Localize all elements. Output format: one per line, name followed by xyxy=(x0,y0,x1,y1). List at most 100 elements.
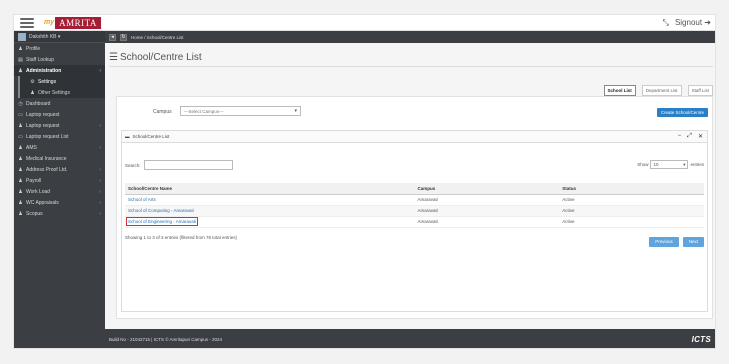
signout-button[interactable]: Signout ➜ xyxy=(675,18,711,27)
user-icon: ♟ xyxy=(18,155,23,162)
sidebar-item-label: Medical Insurance xyxy=(26,155,67,162)
sidebar-item-work-load[interactable]: ♟ Work Load ‹ xyxy=(14,186,105,197)
status-cell: Active xyxy=(559,216,704,228)
back-icon[interactable]: ◂ xyxy=(109,33,116,41)
sidebar-item-other-settings[interactable]: ♟ Other Settings xyxy=(20,87,105,98)
campus-select[interactable]: ---Select Campus--- ▾ xyxy=(180,106,301,116)
chevron-icon: ‹ xyxy=(99,188,101,195)
fullscreen-icon[interactable]: ⤡ xyxy=(663,18,669,28)
chevron-icon: ‹ xyxy=(99,177,101,184)
user-icon: ♟ xyxy=(18,166,23,173)
panel-title: School/Centre List xyxy=(132,134,170,139)
school-name-link[interactable]: School of Computing - Amaravati xyxy=(125,205,415,217)
sidebar-item-label: WC Appraisals xyxy=(26,199,59,206)
amrita-logo[interactable]: my AMRITA xyxy=(44,16,101,29)
sidebar-item-laptop-request[interactable]: ▭ Laptop request xyxy=(14,109,105,120)
tab-school-list[interactable]: School List xyxy=(603,85,636,96)
column-header-name[interactable]: School/Centre Name xyxy=(125,183,415,195)
column-header-campus[interactable]: Campus xyxy=(414,183,560,195)
page-title: ☰ School/Centre List xyxy=(109,52,202,63)
sidebar-item-scopus[interactable]: ♟ Scopus ‹ xyxy=(14,208,105,219)
logo-prefix: my xyxy=(44,19,55,26)
app-window: my AMRITA ⤡ Signout ➜ Dakshith KB ▾ ♟ Pro… xyxy=(13,14,716,349)
sidebar-item-administration[interactable]: ♟ Administration ‹ xyxy=(14,65,105,76)
tab-staff-list[interactable]: Staff List xyxy=(687,85,713,96)
school-name-cell[interactable]: School of Engineering - Amaravati xyxy=(125,216,415,228)
chevron-icon: ‹ xyxy=(99,67,101,74)
user-icon: ♟ xyxy=(18,210,23,217)
sidebar-item-staff-lookup[interactable]: ▤ Staff Lookup xyxy=(14,54,105,65)
sidebar-item-wc-appraisals[interactable]: ♟ WC Appraisals ‹ xyxy=(14,197,105,208)
sidebar-item-label: Dashboard xyxy=(26,100,51,107)
sidebar-item-label: Laptop request List xyxy=(26,133,69,140)
laptop-icon: ▭ xyxy=(18,111,23,118)
campus-cell: Amaravati xyxy=(414,205,560,217)
refresh-icon[interactable]: ↻ xyxy=(120,33,127,41)
breadcrumb: ◂ ↻ Home / School/Centre List xyxy=(105,31,715,43)
top-header: my AMRITA ⤡ Signout ➜ xyxy=(14,15,715,31)
hamburger-menu-icon[interactable] xyxy=(20,17,34,28)
chevron-down-icon: ▾ xyxy=(683,161,686,167)
search-input[interactable] xyxy=(143,160,233,170)
sidebar-item-label: Address Proof Ltd. xyxy=(26,166,68,173)
panel-header: ▬ School/Centre List − ⤢ ✕ xyxy=(122,131,707,143)
sidebar-item-label: Staff Lookup xyxy=(26,56,54,63)
user-icon: ♟ xyxy=(18,45,23,52)
previous-button[interactable]: Previous xyxy=(649,237,679,247)
content-card: Campus ---Select Campus--- ▾ Create Scho… xyxy=(116,96,713,319)
sidebar: Dakshith KB ▾ ♟ Profile ▤ Staff Lookup ♟ Ad… xyxy=(14,31,105,348)
close-icon[interactable]: ✕ xyxy=(698,133,703,140)
chevron-icon: ‹ xyxy=(99,122,101,129)
sidebar-item-dashboard[interactable]: ◷ Dashboard xyxy=(14,98,105,109)
table-controls: Search: Show 10 ▾ entries xyxy=(125,160,704,170)
laptop-icon: ▭ xyxy=(18,133,23,140)
chevron-icon: ‹ xyxy=(99,210,101,217)
table-row: School of Computing - Amaravati Amaravat… xyxy=(125,205,704,217)
campus-filter-row: Campus ---Select Campus--- ▾ Create Scho… xyxy=(117,106,712,118)
sidebar-item-payroll[interactable]: ♟ Payroll ‹ xyxy=(14,175,105,186)
sidebar-item-address-proof[interactable]: ♟ Address Proof Ltd. ‹ xyxy=(14,164,105,175)
collapse-icon[interactable]: − xyxy=(678,133,682,140)
table-icon: ▤ xyxy=(18,56,23,63)
status-cell: Active xyxy=(559,205,704,217)
tab-department-list[interactable]: Department List xyxy=(641,85,682,96)
column-header-status[interactable]: Status xyxy=(559,183,704,195)
show-label: Show xyxy=(637,162,649,167)
administration-submenu: ⚙ Settings ♟ Other Settings xyxy=(18,76,105,98)
sidebar-item-medical-insurance[interactable]: ♟ Medical Insurance xyxy=(14,153,105,164)
school-name-link[interactable]: School of Engineering - Amaravati xyxy=(125,217,199,226)
sidebar-item-label: Other Settings xyxy=(38,89,70,96)
create-school-centre-button[interactable]: Create School/Centre xyxy=(656,108,708,117)
sidebar-item-laptop-request-list[interactable]: ▭ Laptop request List xyxy=(14,131,105,142)
sidebar-item-ams[interactable]: ♟ AMS ‹ xyxy=(14,142,105,153)
table-info: Showing 1 to 3 of 3 entries (filtered fr… xyxy=(125,235,238,240)
sidebar-item-settings[interactable]: ⚙ Settings xyxy=(20,76,105,87)
expand-icon[interactable]: ⤢ xyxy=(687,133,692,140)
user-icon: ♟ xyxy=(18,67,23,74)
entries-label: entries xyxy=(690,162,704,167)
chevron-icon: ‹ xyxy=(99,166,101,173)
main-content: ☰ School/Centre List School List Departm… xyxy=(105,43,715,329)
page-size-select[interactable]: 10 ▾ xyxy=(650,160,689,169)
logo-brand: AMRITA xyxy=(55,16,101,29)
list-icon: ☰ xyxy=(109,52,118,63)
breadcrumb-text[interactable]: Home / School/Centre List xyxy=(131,35,184,40)
school-name-link[interactable]: School of Arts xyxy=(125,194,415,206)
next-button[interactable]: Next xyxy=(682,237,704,247)
sidebar-footer xyxy=(14,329,105,348)
user-icon: ♟ xyxy=(18,144,23,151)
user-icon: ♟ xyxy=(18,177,23,184)
sidebar-item-profile[interactable]: ♟ Profile xyxy=(14,43,105,54)
campus-label: Campus xyxy=(153,109,172,115)
page-title-text: School/Centre List xyxy=(119,52,202,63)
sidebar-item-label: Laptop request xyxy=(26,122,60,129)
table-icon: ▬ xyxy=(125,134,130,139)
search-label: Search: xyxy=(125,162,141,168)
sidebar-item-laptop-request-2[interactable]: ♟ Laptop request ‹ xyxy=(14,120,105,131)
user-menu[interactable]: Dakshith KB ▾ xyxy=(14,31,105,43)
user-icon: ♟ xyxy=(30,89,35,96)
chevron-icon: ‹ xyxy=(99,199,101,206)
school-list-panel: ▬ School/Centre List − ⤢ ✕ Search: Show xyxy=(121,130,708,312)
tab-bar: School List Department List Staff List xyxy=(603,85,713,96)
chevron-icon: ‹ xyxy=(99,144,101,151)
